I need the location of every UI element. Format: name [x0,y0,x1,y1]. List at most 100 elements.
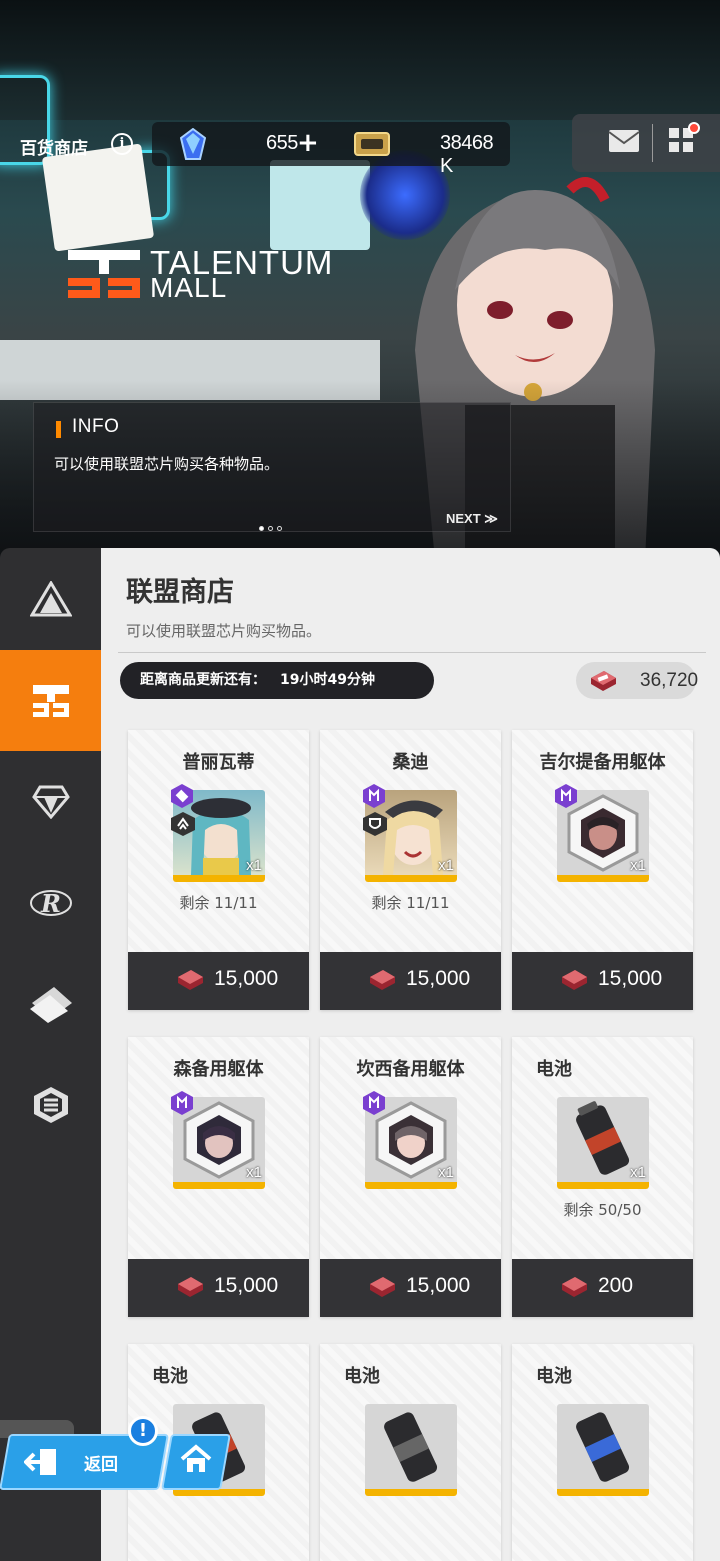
sidebar-item-tickets[interactable] [0,953,101,1054]
item-name: 电池 [536,1366,572,1387]
logo-text-mall: MALL [150,272,228,303]
battery-icon [384,1412,438,1482]
shop-title: 百货商店 [20,139,88,159]
shop-item-card[interactable]: 吉尔提备用躯体 x1 15,000 [512,730,693,1010]
item-price: 200 [598,1274,634,1297]
item-price: 15,000 [214,967,279,990]
item-price: 15,000 [598,967,663,990]
shop-item-card[interactable]: 森备用躯体 x1 15,000 [128,1037,309,1317]
add-gems-button[interactable]: + [297,128,319,158]
info-text: 可以使用联盟芯片购买各种物品。 [54,455,280,473]
mail-icon[interactable] [608,129,640,153]
page-dot [277,526,282,531]
talentum-mall-logo: TALENTUM MALL [66,244,346,304]
item-price: 15,000 [406,967,471,990]
banner-ceiling [0,0,720,120]
item-quantity: x1 [438,1164,454,1181]
currency-bar: 655 + 38468 K [152,122,510,177]
item-quantity: x1 [438,857,454,874]
notification-dot [688,122,700,134]
sidebar-item-union-shop[interactable] [0,650,112,751]
credit-currency-icon [354,132,390,156]
home-icon[interactable] [180,1444,212,1474]
refresh-time: 19小时49分钟 [280,672,375,688]
union-chip-icon [562,970,587,990]
separator [652,124,653,162]
rarity-badge-icon [171,784,193,808]
item-quantity: x1 [630,857,646,874]
buy-button[interactable]: 15,000 [320,1259,501,1317]
shop-item-card[interactable]: 坎西备用躯体 x1 15,000 [320,1037,501,1317]
shop-item-card[interactable]: 电池 x1 剩余 50/50 200 [512,1037,693,1317]
union-chip-icon [591,671,616,691]
chip-balance-value: 36,720 [640,670,699,691]
class-role-icon [363,812,387,836]
shop-item-card[interactable]: 电池 [320,1344,501,1561]
shop-screen: { "header": { "shop_title": "百货商店", "inf… [0,0,720,1561]
item-remaining: 剩余 11/11 [179,894,258,912]
alert-icon[interactable]: ! [128,1416,158,1446]
info-icon[interactable]: i [111,133,133,155]
sidebar-item-r-shop[interactable]: R [0,852,101,953]
sidebar-item-gems[interactable] [0,751,101,852]
item-thumbnail [365,1404,457,1496]
sidebar-item-badge[interactable] [0,1054,101,1155]
next-button[interactable]: NEXT ≫ [446,511,498,527]
back-label: 返回 [84,1455,118,1475]
item-name: 普丽瓦蒂 [182,752,255,773]
item-price: 15,000 [406,1274,471,1297]
diamond-icon [31,785,70,819]
buy-button[interactable]: 200 [512,1259,693,1317]
refresh-label: 距离商品更新还有： [140,672,266,688]
info-panel[interactable]: INFO 可以使用联盟芯片购买各种物品。 NEXT ≫ [33,402,511,532]
window [270,160,370,250]
item-name: 电池 [536,1059,572,1080]
top-bar: 百货商店 i 655 + 38468 K [0,114,720,177]
union-chip-icon [562,1277,587,1297]
sidebar-item-general[interactable] [0,548,101,649]
chip-balance: 36,720 [576,662,699,699]
page-title: 联盟商店 [126,577,234,608]
item-name: 坎西备用躯体 [356,1059,465,1080]
rarity-badge-icon [171,1091,193,1115]
category-sidebar: R [0,548,112,1561]
buy-button[interactable]: 15,000 [128,1259,309,1317]
page-description: 可以使用联盟芯片购买物品。 [126,622,322,640]
union-chip-icon [370,1277,395,1297]
shop-item-card[interactable]: 普丽瓦蒂 x1 剩余 11/11 15,000 [128,730,309,1010]
union-chip-icon [178,970,203,990]
page-dot [268,526,273,531]
divider [118,652,706,653]
shop-item-card[interactable]: 桑迪 x1 剩余 11/11 15,000 [320,730,501,1010]
class-role-icon [171,812,195,836]
hero-banner: TALENTUM MALL INFO 可以使用联盟芯片购买各种物品。 NEXT … [0,0,720,560]
item-name: 森备用躯体 [173,1059,264,1080]
battery-icon [576,1412,630,1482]
union-chip-icon [370,970,395,990]
exit-door-icon [24,1449,56,1475]
item-remaining: 剩余 11/11 [371,894,450,912]
buy-button[interactable]: 15,000 [512,952,693,1010]
rarity-badge-icon [363,1091,385,1115]
rarity-badge-icon [555,784,577,808]
buy-button[interactable]: 15,000 [128,952,309,1010]
item-thumbnail: x1 [557,1097,649,1189]
item-price: 15,000 [214,1274,279,1297]
item-name: 电池 [152,1366,188,1387]
item-quantity: x1 [246,857,262,874]
item-name: 吉尔提备用躯体 [539,752,666,773]
credit-count: 38468 K [440,132,494,177]
r-emblem-icon: R [29,889,72,918]
buy-button[interactable]: 15,000 [320,952,501,1010]
info-accent-bar [56,421,61,438]
mall-logo-icon [68,250,140,298]
refresh-timer: 距离商品更新还有： 19小时49分钟 [120,662,434,699]
page-dot-active [259,526,264,531]
info-heading: INFO [72,416,120,437]
gem-count: 655 [266,132,298,154]
svg-text:R: R [40,889,61,918]
ticket-icon [29,986,72,1023]
union-chip-icon [178,1277,203,1297]
shop-item-card[interactable]: 电池 [512,1344,693,1561]
item-name: 电池 [344,1366,380,1387]
